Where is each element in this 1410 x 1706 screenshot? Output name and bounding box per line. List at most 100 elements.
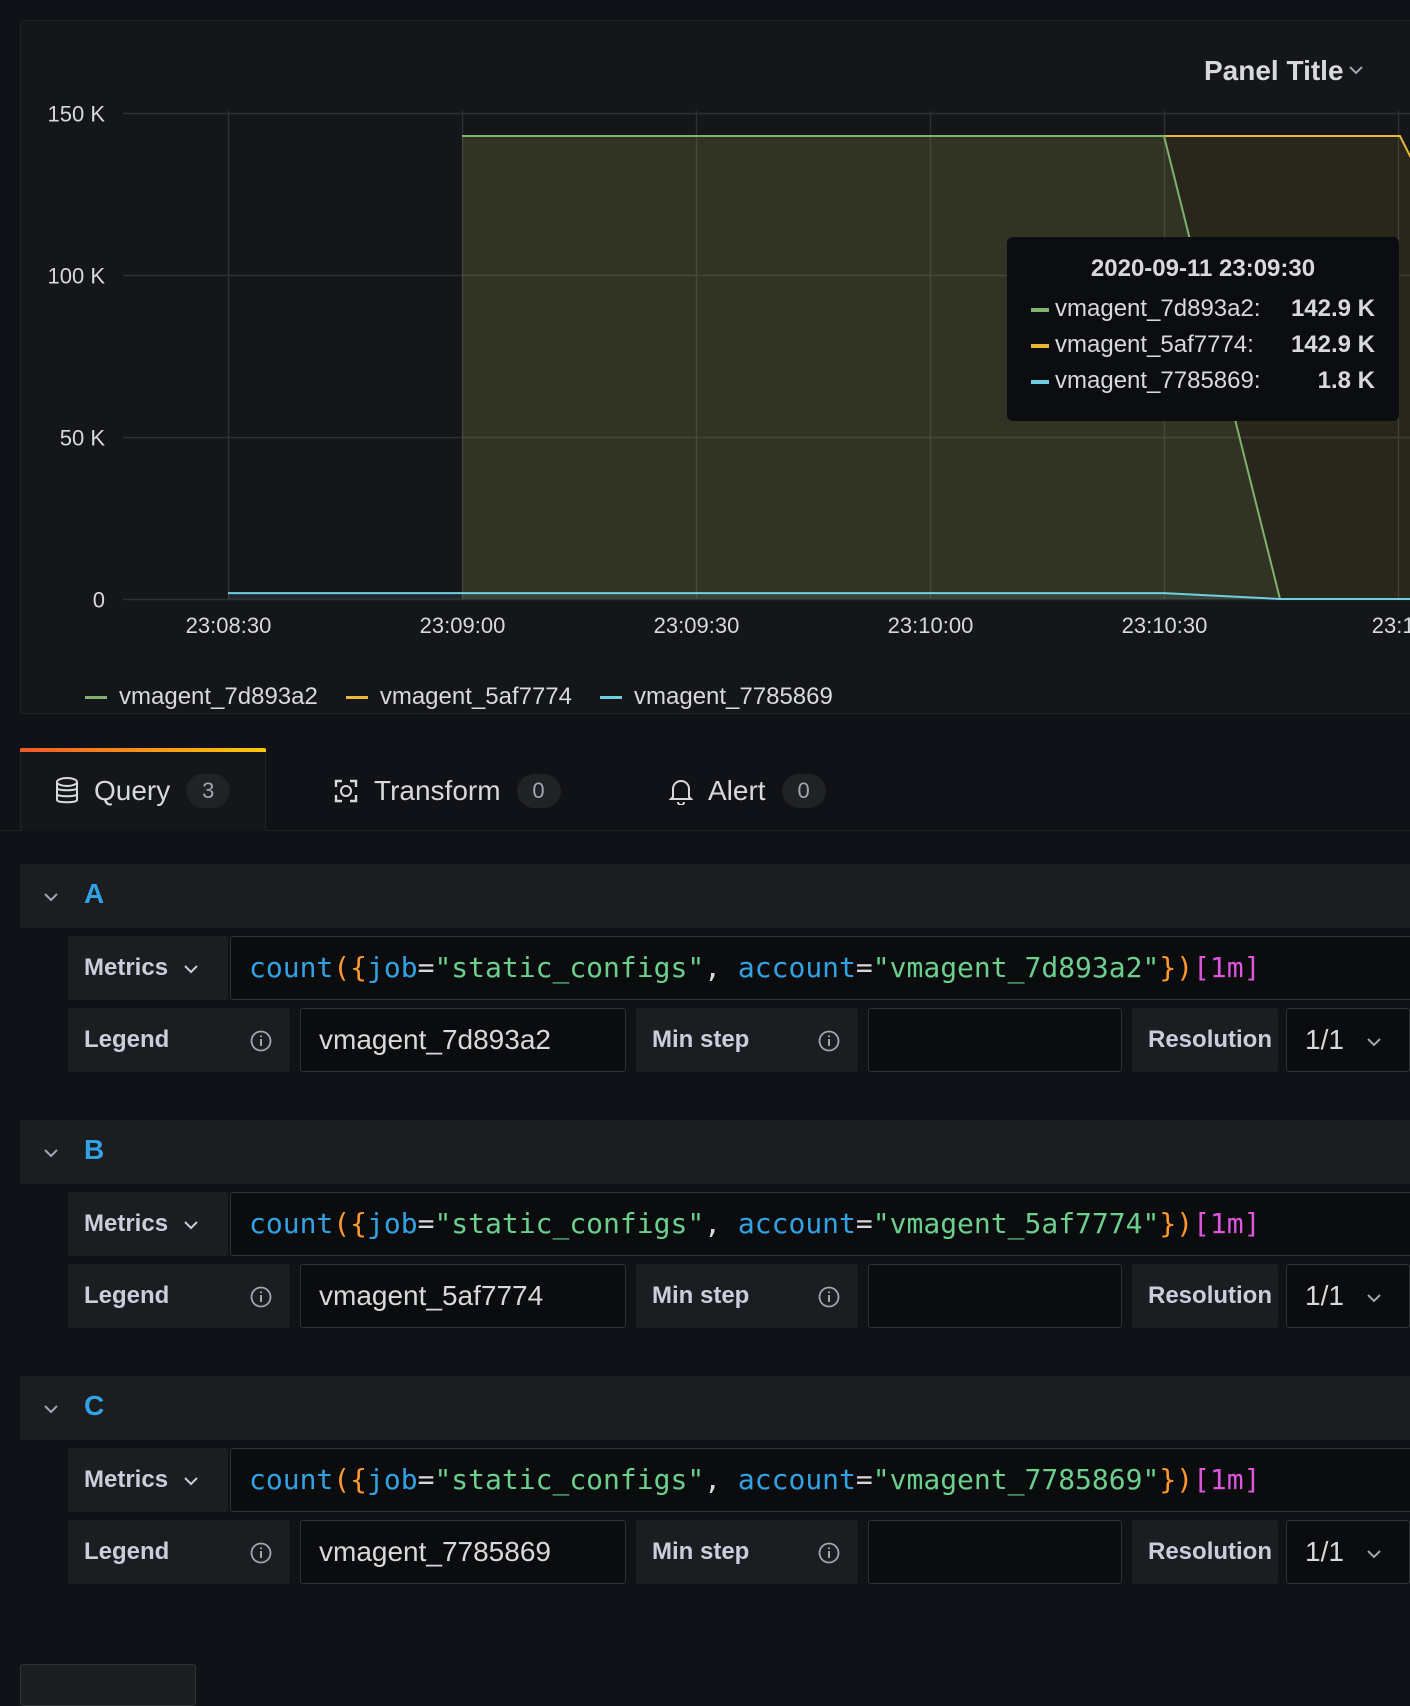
resolution-label: Resolution: [1132, 1520, 1278, 1584]
y-tick-label: 100 K: [48, 264, 106, 289]
metrics-selector[interactable]: Metrics: [68, 1192, 228, 1256]
tooltip-series-name: vmagent_5af7774:: [1055, 331, 1254, 358]
code-token: =: [417, 1463, 435, 1496]
query-expression-input[interactable]: count({job="static_configs", account="vm…: [230, 1192, 1410, 1256]
query-header-c[interactable]: C: [20, 1376, 1410, 1440]
metrics-label: Metrics: [84, 1466, 169, 1493]
tooltip-series-name: vmagent_7d893a2:: [1055, 295, 1261, 322]
metrics-label: Metrics: [84, 1210, 169, 1237]
code-token: ": [872, 1463, 890, 1496]
code-token: account: [737, 951, 856, 984]
metrics-selector[interactable]: Metrics: [68, 936, 228, 1000]
code-token: "static_configs": [434, 1463, 705, 1496]
chart-legend: vmagent_7d893a2 vmagent_5af7774 vmagent_…: [85, 683, 833, 711]
query-expression-input[interactable]: count({job="static_configs", account="vm…: [230, 1448, 1410, 1512]
tooltip-swatch: [1031, 380, 1049, 384]
metrics-selector[interactable]: Metrics: [68, 1448, 228, 1512]
legend-label[interactable]: vmagent_7785869: [634, 683, 833, 711]
min-step-input[interactable]: [868, 1520, 1122, 1584]
chevron-down-icon[interactable]: [42, 1144, 60, 1162]
query-expression-input[interactable]: count({job="static_configs", account="vm…: [230, 936, 1410, 1000]
x-tick-label: 23:11: [1372, 613, 1410, 638]
resolution-select[interactable]: 1/1: [1286, 1008, 1410, 1072]
code-token: [1m]: [1193, 1207, 1261, 1240]
code-token: ": [1142, 1207, 1160, 1240]
metrics-label: Metrics: [84, 954, 169, 981]
code-token: ): [1176, 1463, 1194, 1496]
tab-query[interactable]: Query 3: [54, 770, 231, 812]
legend-item[interactable]: vmagent_5af7774: [345, 683, 572, 711]
tab-label: Transform: [374, 775, 501, 806]
chevron-down-icon[interactable]: [1347, 61, 1365, 79]
code-token: account: [737, 1463, 856, 1496]
tooltip-series-value: 1.8 K: [1317, 367, 1375, 394]
x-tick-label: 23:10:30: [1122, 613, 1208, 638]
code-token: ): [1176, 951, 1194, 984]
code-token: count: [249, 951, 334, 984]
code-token: ,: [704, 1463, 738, 1496]
chevron-down-icon[interactable]: [42, 888, 60, 906]
code-token: ": [872, 951, 890, 984]
code-token: }: [1159, 1463, 1177, 1496]
resolution-value: 1/1: [1305, 1024, 1344, 1055]
min-step-input[interactable]: [868, 1264, 1122, 1328]
legend-input[interactable]: vmagent_5af7774: [300, 1264, 626, 1328]
tooltip-swatch: [1031, 344, 1049, 348]
code-token: }: [1159, 951, 1177, 984]
legend-field-label: Legend: [84, 1282, 170, 1309]
transform-icon: [334, 779, 358, 803]
min-step-label: Min step: [652, 1026, 750, 1053]
query-header-b[interactable]: B: [20, 1120, 1410, 1184]
y-tick-label: 50 K: [60, 426, 106, 451]
query-ref-id[interactable]: A: [84, 878, 104, 910]
code-token: [1m]: [1193, 951, 1261, 984]
add-query-button[interactable]: [20, 1664, 196, 1706]
legend-input[interactable]: vmagent_7785869: [300, 1520, 626, 1584]
legend-label-cell: Legend: [68, 1008, 290, 1072]
query-header-a[interactable]: A: [20, 864, 1410, 928]
x-tick-label: 23:08:30: [186, 613, 272, 638]
tooltip-row: vmagent_5af7774: 142.9 K: [1031, 331, 1375, 361]
legend-item[interactable]: vmagent_7785869: [600, 683, 833, 711]
resolution-select[interactable]: 1/1: [1286, 1264, 1410, 1328]
code-token: =: [855, 951, 873, 984]
legend-item[interactable]: vmagent_7d893a2: [85, 683, 318, 711]
info-icon[interactable]: [250, 1542, 272, 1564]
legend-label[interactable]: vmagent_5af7774: [380, 683, 572, 711]
y-tick-label: 150 K: [48, 102, 106, 127]
code-token: ,: [704, 951, 738, 984]
query-ref-id[interactable]: C: [84, 1390, 104, 1422]
code-token: =: [417, 1207, 435, 1240]
code-token: vmagent_7d893a2: [889, 951, 1143, 984]
chevron-down-icon: [1367, 1038, 1381, 1047]
legend-input[interactable]: vmagent_7d893a2: [300, 1008, 626, 1072]
database-icon: [56, 777, 78, 804]
y-tick-label: 0: [93, 588, 105, 613]
info-icon[interactable]: [818, 1542, 840, 1564]
query-ref-id[interactable]: B: [84, 1134, 104, 1166]
info-icon[interactable]: [250, 1030, 272, 1052]
tab-transform[interactable]: Transform 0: [332, 770, 561, 812]
bell-icon: [668, 780, 694, 805]
tab-counter: 0: [781, 774, 826, 808]
x-tick-label: 23:09:30: [654, 613, 740, 638]
code-token: account: [737, 1207, 856, 1240]
min-step-label-cell: Min step: [636, 1008, 858, 1072]
chevron-down-icon[interactable]: [42, 1400, 60, 1418]
tab-alert[interactable]: Alert 0: [668, 770, 826, 812]
info-icon[interactable]: [818, 1286, 840, 1308]
code-token: [1m]: [1193, 1463, 1261, 1496]
panel-title[interactable]: Panel Title: [1204, 55, 1344, 87]
code-token: =: [855, 1463, 873, 1496]
legend-label-cell: Legend: [68, 1520, 290, 1584]
tooltip-swatch: [1031, 308, 1049, 312]
min-step-label-cell: Min step: [636, 1264, 858, 1328]
code-token: =: [855, 1207, 873, 1240]
legend-swatch: [600, 695, 622, 699]
info-icon[interactable]: [250, 1286, 272, 1308]
min-step-input[interactable]: [868, 1008, 1122, 1072]
code-token: (: [333, 1207, 351, 1240]
resolution-select[interactable]: 1/1: [1286, 1520, 1410, 1584]
info-icon[interactable]: [818, 1030, 840, 1052]
legend-label[interactable]: vmagent_7d893a2: [119, 683, 318, 711]
